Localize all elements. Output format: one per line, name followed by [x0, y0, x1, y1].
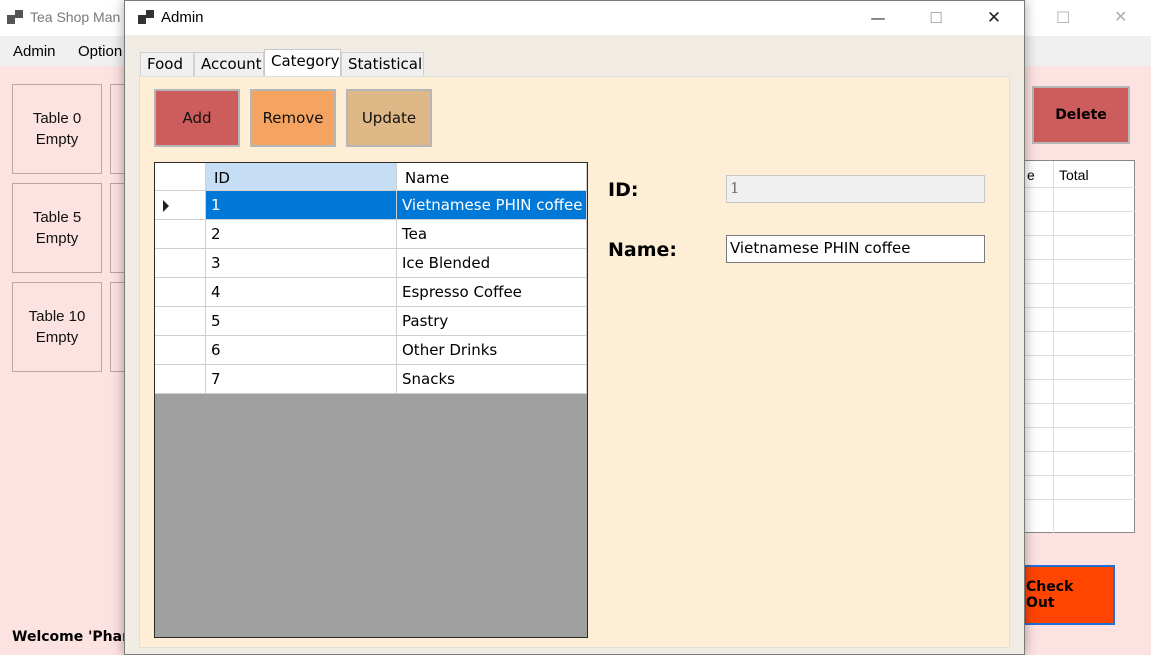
bill-row-line: [1025, 331, 1135, 332]
table-button-5[interactable]: Table 5 Empty: [12, 183, 102, 273]
table-row[interactable]: 5 Pastry: [155, 307, 587, 336]
table-button-partial[interactable]: [110, 84, 124, 174]
table-row[interactable]: 7 Snacks: [155, 365, 587, 394]
grid-header-id[interactable]: ID: [206, 163, 397, 191]
tab-food[interactable]: Food: [140, 52, 194, 76]
bill-row-line: [1025, 235, 1135, 236]
table-button-partial[interactable]: [110, 183, 124, 273]
row-header[interactable]: [155, 336, 206, 365]
table-row[interactable]: 3 Ice Blended: [155, 249, 587, 278]
close-icon[interactable]: ✕: [971, 5, 1017, 31]
table-status: Empty: [35, 230, 79, 247]
admin-title: Admin: [161, 9, 204, 26]
category-panel: Add Remove Update ID Name 1 Vietnamese P…: [139, 76, 1010, 648]
welcome-label: Welcome 'Phan: [12, 629, 133, 645]
cell-name[interactable]: Ice Blended: [397, 249, 587, 278]
admin-dialog: Admin — ☐ ✕ Food Account Category Statis…: [124, 0, 1025, 655]
row-header[interactable]: [155, 191, 206, 220]
checkout-button[interactable]: Check Out: [1024, 565, 1115, 625]
bill-row-line: [1025, 499, 1135, 500]
table-name: Table 0: [32, 110, 82, 127]
bill-header-partial: e: [1027, 167, 1035, 183]
cell-name[interactable]: Snacks: [397, 365, 587, 394]
bill-row-line: [1025, 427, 1135, 428]
bill-row-line: [1025, 355, 1135, 356]
bill-row-line: [1025, 283, 1135, 284]
tab-statistical[interactable]: Statistical: [341, 52, 424, 76]
bill-row-line: [1025, 379, 1135, 380]
table-row[interactable]: 4 Espresso Coffee: [155, 278, 587, 307]
table-name: Table 10: [28, 308, 86, 325]
cell-name[interactable]: Espresso Coffee: [397, 278, 587, 307]
table-row[interactable]: 6 Other Drinks: [155, 336, 587, 365]
bill-row-line: [1025, 307, 1135, 308]
bill-row-line: [1025, 211, 1135, 212]
grid-header-name[interactable]: Name: [397, 163, 587, 191]
bill-grid-divider: [1053, 161, 1054, 533]
id-label: ID:: [608, 179, 639, 201]
bill-row-line: [1025, 475, 1135, 476]
cell-name[interactable]: Vietnamese PHIN coffee: [397, 191, 587, 220]
bill-header-total: Total: [1059, 167, 1089, 183]
cell-name[interactable]: Other Drinks: [397, 336, 587, 365]
bill-row-line: [1025, 403, 1135, 404]
cell-id[interactable]: 5: [206, 307, 397, 336]
cell-id[interactable]: 4: [206, 278, 397, 307]
grid-corner-header: [155, 163, 206, 191]
minimize-icon[interactable]: —: [855, 5, 901, 31]
table-button-partial[interactable]: [110, 282, 124, 372]
name-field[interactable]: Vietnamese PHIN coffee: [726, 235, 985, 263]
row-header[interactable]: [155, 278, 206, 307]
table-button-0[interactable]: Table 0 Empty: [12, 84, 102, 174]
row-header[interactable]: [155, 220, 206, 249]
bill-row-line: [1025, 259, 1135, 260]
current-row-arrow-icon: [163, 200, 169, 212]
remove-button[interactable]: Remove: [250, 89, 336, 147]
table-row[interactable]: 1 Vietnamese PHIN coffee: [155, 191, 587, 220]
cell-name[interactable]: Tea: [397, 220, 587, 249]
table-status: Empty: [35, 131, 79, 148]
cell-id[interactable]: 1: [206, 191, 397, 220]
delete-button[interactable]: Delete: [1032, 86, 1130, 144]
table-status: Empty: [35, 329, 79, 346]
category-grid[interactable]: ID Name 1 Vietnamese PHIN coffee 2 Tea 3…: [154, 162, 588, 638]
cell-id[interactable]: 6: [206, 336, 397, 365]
cell-id[interactable]: 3: [206, 249, 397, 278]
row-header[interactable]: [155, 249, 206, 278]
cell-id[interactable]: 2: [206, 220, 397, 249]
cell-id[interactable]: 7: [206, 365, 397, 394]
bill-grid[interactable]: e Total: [1024, 160, 1135, 533]
add-button[interactable]: Add: [154, 89, 240, 147]
row-header[interactable]: [155, 307, 206, 336]
tab-category[interactable]: Category: [264, 49, 341, 77]
maximize-icon[interactable]: ☐: [913, 5, 959, 31]
table-row[interactable]: 2 Tea: [155, 220, 587, 249]
bill-row-line: [1025, 451, 1135, 452]
cell-name[interactable]: Pastry: [397, 307, 587, 336]
admin-window-icon: [138, 10, 154, 24]
bill-row-line: [1025, 187, 1135, 188]
id-field[interactable]: 1: [726, 175, 985, 203]
tab-account[interactable]: Account: [194, 52, 264, 76]
row-header[interactable]: [155, 365, 206, 394]
name-label: Name:: [608, 239, 678, 261]
table-button-10[interactable]: Table 10 Empty: [12, 282, 102, 372]
update-button[interactable]: Update: [346, 89, 432, 147]
table-name: Table 5: [32, 209, 82, 226]
